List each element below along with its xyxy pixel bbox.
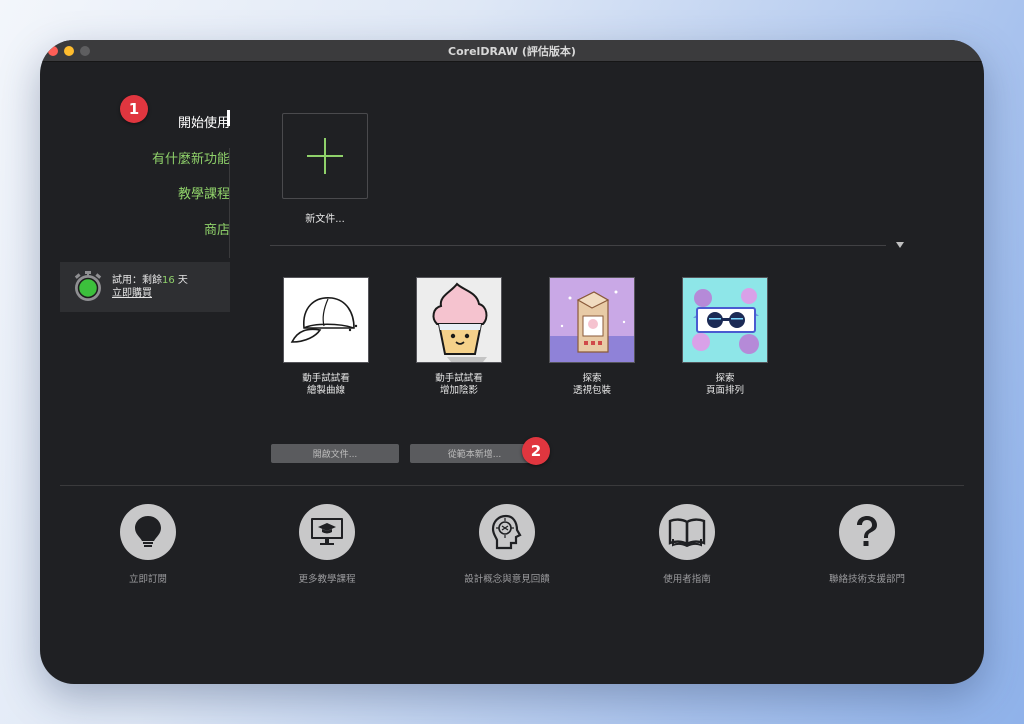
tile-add-shadow[interactable]: [416, 277, 502, 363]
monitor-graduation-icon: [311, 518, 343, 545]
trial-status-panel: 試用：剩餘16 天 立即購買: [60, 262, 230, 312]
user-guide-label: 使用者指南: [663, 574, 711, 585]
tile-perspective-packaging[interactable]: [549, 277, 635, 363]
tile-label-line1: 探索: [715, 373, 735, 384]
open-document-button[interactable]: 開啟文件...: [271, 444, 399, 463]
head-brain-icon: [491, 514, 522, 550]
bottom-divider: [60, 485, 964, 486]
design-ideas-label: 設計概念與意見回饋: [464, 574, 550, 585]
plus-icon: [307, 138, 343, 174]
tile-label-draw-curves: 動手試試看 繪製曲線: [266, 373, 386, 397]
buy-now-link[interactable]: 立即購買: [112, 284, 152, 299]
tile-label-line2: 增加陰影: [439, 385, 478, 396]
subscribe-circle: [120, 504, 176, 560]
tile-label-line1: 探索: [582, 373, 602, 384]
title-bar: CorelDRAW (評估版本): [40, 40, 984, 62]
baseball-cap-icon: [284, 278, 368, 362]
stopwatch-icon: [74, 271, 102, 301]
nav-item-whats-new[interactable]: 有什麼新功能: [152, 148, 230, 167]
tile-draw-curves[interactable]: [283, 277, 369, 363]
subscribe-now-item[interactable]: 立即訂閱: [73, 504, 223, 585]
tile-label-line2: 頁面排列: [705, 385, 744, 396]
active-nav-indicator: [227, 110, 230, 126]
nav-item-get-started[interactable]: 開始使用: [178, 112, 230, 131]
step-badge-2: 2: [522, 437, 550, 465]
tile-label-line2: 繪製曲線: [306, 385, 345, 396]
user-guide-item[interactable]: 使用者指南: [612, 504, 762, 585]
contact-support-label: 聯絡技術支援部門: [828, 574, 905, 585]
open-book-icon: [668, 518, 706, 547]
new-document-label: 新文件...: [305, 214, 345, 225]
nav-item-store[interactable]: 商店: [204, 219, 230, 238]
glasses-flowers-icon: [683, 278, 767, 362]
coreldraw-window: CorelDRAW (評估版本) 開始使用 有什麼新功能 教學課程 商店 1 試…: [40, 40, 984, 684]
nav-divider: [229, 148, 230, 258]
design-ideas-feedback-item[interactable]: 設計概念與意見回饋: [432, 504, 582, 585]
contact-support-circle: [839, 504, 895, 560]
minimize-window-button[interactable]: [64, 46, 74, 56]
more-tutorials-circle: [299, 504, 355, 560]
step-badge-1: 1: [120, 95, 148, 123]
design-ideas-circle: [479, 504, 535, 560]
tile-label-line1: 動手試試看: [435, 373, 483, 384]
subscribe-label: 立即訂閱: [128, 574, 167, 585]
tile-label-page-layout: 探索 頁面排列: [665, 373, 785, 397]
milk-carton-icon: [550, 278, 634, 362]
question-icon: [857, 516, 877, 546]
tile-label-add-shadow: 動手試試看 增加陰影: [399, 373, 519, 397]
close-window-button[interactable]: [48, 46, 58, 56]
trial-suffix: 天: [174, 275, 188, 286]
cupcake-icon: [417, 278, 501, 362]
new-from-template-button[interactable]: 從範本新增...: [410, 444, 539, 463]
collapse-arrow-icon[interactable]: [896, 242, 904, 248]
lightbulb-icon: [135, 516, 161, 547]
section-divider: [270, 245, 886, 246]
tile-page-layout[interactable]: [682, 277, 768, 363]
new-document-button[interactable]: [282, 113, 368, 199]
zoom-window-button[interactable]: [80, 46, 90, 56]
user-guide-circle: [659, 504, 715, 560]
window-title: CorelDRAW (評估版本): [448, 44, 576, 58]
contact-support-item[interactable]: 聯絡技術支援部門: [792, 504, 942, 585]
more-tutorials-item[interactable]: 更多教學課程: [252, 504, 402, 585]
nav-item-tutorials[interactable]: 教學課程: [178, 183, 230, 202]
tile-label-line2: 透視包裝: [572, 385, 611, 396]
tile-label-perspective-packaging: 探索 透視包裝: [532, 373, 652, 397]
trial-days: 16: [162, 275, 175, 286]
tile-label-line1: 動手試試看: [302, 373, 350, 384]
more-tutorials-label: 更多教學課程: [298, 574, 356, 585]
